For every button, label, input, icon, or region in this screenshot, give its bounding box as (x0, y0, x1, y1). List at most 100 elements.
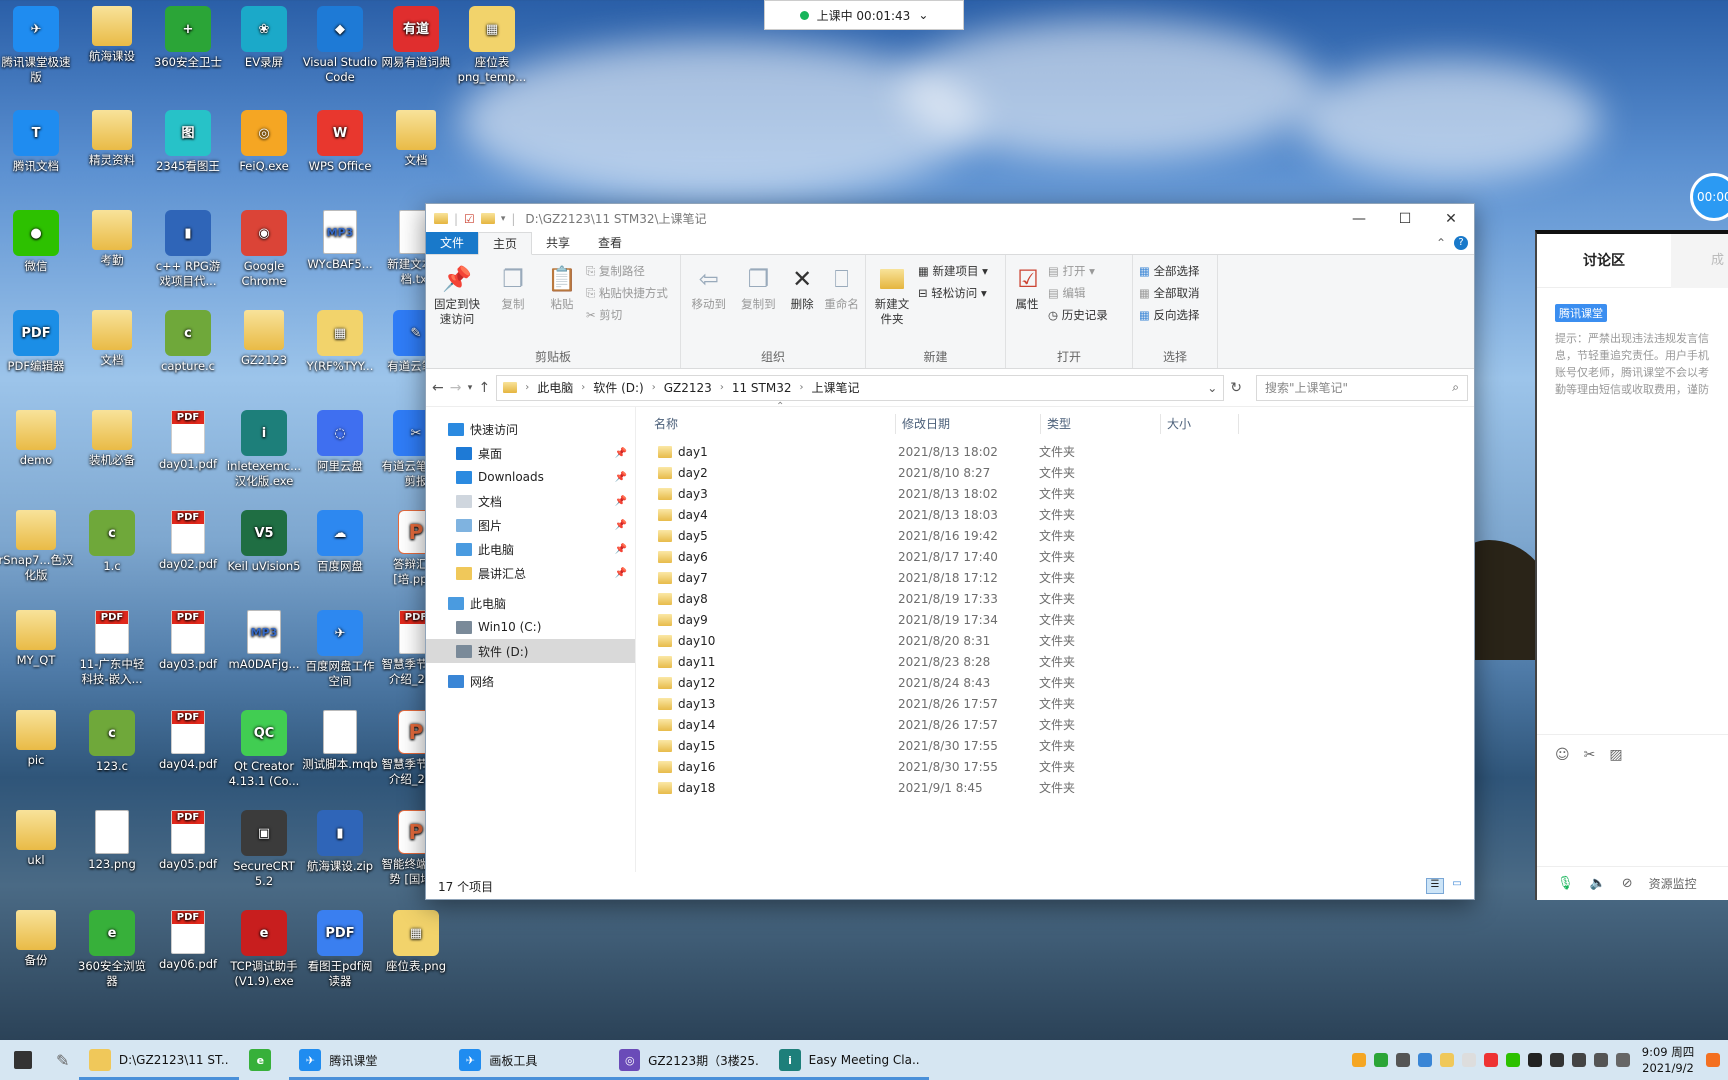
desktop-icon[interactable]: ▮ c++ RPG游戏项目代... (150, 210, 226, 289)
desktop-icon[interactable]: demo (0, 410, 74, 468)
tab-discussion[interactable]: 讨论区 (1537, 229, 1671, 288)
nav-item[interactable]: Win10 (C:) (426, 615, 635, 639)
tray-network-icon[interactable] (1572, 1053, 1586, 1067)
desktop-icon[interactable]: MP3 WYcBAF5... (302, 210, 378, 272)
desktop-icon[interactable]: W WPS Office (302, 110, 378, 174)
nav-item[interactable]: 此电脑 (426, 591, 635, 615)
desktop-icon[interactable]: c 1.c (74, 510, 150, 574)
pin-icon[interactable]: 📌 (615, 568, 627, 579)
desktop-icon[interactable]: day02.pdf (150, 510, 226, 572)
tray-microphone-icon[interactable] (1550, 1053, 1564, 1067)
desktop-icon[interactable]: MP3 mA0DAFjg... (226, 610, 302, 672)
taskbar-item[interactable]: ✈ 画板工具 (449, 1040, 610, 1080)
tab-file[interactable]: 文件 (426, 232, 479, 254)
nav-item[interactable]: 文档 📌 (426, 489, 635, 513)
task-view-button[interactable]: ✎ (46, 1040, 79, 1080)
nav-item[interactable]: 晨讲汇总 📌 (426, 561, 635, 585)
file-row[interactable]: day6 2021/8/17 17:40 文件夹 (636, 546, 1474, 567)
taskbar-item[interactable]: ✈ 腾讯课堂 (289, 1040, 450, 1080)
nav-item[interactable]: 图片 📌 (426, 513, 635, 537)
nav-item[interactable]: 软件 (D:) (426, 639, 635, 663)
breadcrumb-item[interactable]: 上课笔记 (811, 379, 859, 396)
desktop-icon[interactable]: 航海课设 (74, 6, 150, 64)
desktop-icon[interactable]: ▣ SecureCRT 5.2 (226, 810, 302, 889)
desktop-icon[interactable]: e TCP调试助手(V1.9).exe (226, 910, 302, 989)
file-row[interactable]: day15 2021/8/30 17:55 文件夹 (636, 735, 1474, 756)
nav-item[interactable]: 桌面 📌 (426, 441, 635, 465)
desktop-icon[interactable]: ukl (0, 810, 74, 868)
desktop-icon[interactable]: 11-广东中轻科技-嵌入... (74, 610, 150, 687)
pin-icon[interactable]: 📌 (615, 544, 627, 555)
breadcrumb[interactable]: › 此电脑 › 软件 (D:) › GZ2123 › 11 STM32 › 上课笔记 ⌄ (496, 374, 1225, 401)
file-row[interactable]: day10 2021/8/20 8:31 文件夹 (636, 630, 1474, 651)
desktop-icon[interactable]: day03.pdf (150, 610, 226, 672)
large-icons-view-icon[interactable]: ▭ (1448, 878, 1466, 894)
paste-shortcut-button[interactable]: ⎘ 粘贴快捷方式 (586, 285, 668, 302)
desktop-icon[interactable]: QC Qt Creator 4.13.1 (Co... (226, 710, 302, 789)
pin-icon[interactable]: 📌 (615, 496, 627, 507)
desktop-icon[interactable]: day06.pdf (150, 910, 226, 972)
desktop-icon[interactable]: pic (0, 710, 74, 768)
history-button[interactable]: ◷ 历史记录 (1048, 307, 1108, 324)
column-name[interactable]: 名称 (636, 414, 896, 434)
breadcrumb-separator[interactable]: › (799, 382, 803, 393)
desktop-icon[interactable]: ▦ 座位表.png (378, 910, 454, 974)
desktop-icon[interactable]: 文档 (378, 110, 454, 168)
desktop-icon[interactable]: T 腾讯文档 (0, 110, 74, 174)
file-row[interactable]: day13 2021/8/26 17:57 文件夹 (636, 693, 1474, 714)
breadcrumb-separator[interactable]: › (652, 382, 656, 393)
desktop-icon[interactable]: 有道 网易有道词典 (378, 6, 454, 70)
desktop-icon[interactable]: ❀ EV录屏 (226, 6, 302, 70)
tray-app-icon[interactable] (1418, 1053, 1432, 1067)
tray-ime-icon[interactable] (1616, 1053, 1630, 1067)
mute-icon[interactable]: ⊘ (1622, 876, 1633, 891)
desktop-icon[interactable]: day01.pdf (150, 410, 226, 472)
breadcrumb-separator[interactable]: › (720, 382, 724, 393)
tray-app-icon[interactable] (1352, 1053, 1366, 1067)
desktop-icon[interactable]: V5 Keil uVision5 (226, 510, 302, 574)
tab-view[interactable]: 查看 (584, 232, 636, 254)
desktop-icon[interactable]: 装机必备 (74, 410, 150, 468)
resource-monitor-link[interactable]: 资源监控 (1649, 875, 1697, 892)
file-row[interactable]: day11 2021/8/23 8:28 文件夹 (636, 651, 1474, 672)
desktop-icon[interactable]: MY_QT (0, 610, 74, 668)
select-all-button[interactable]: ▦ 全部选择 (1139, 263, 1200, 280)
chevron-down-icon[interactable]: ▾ (501, 214, 506, 224)
desktop-icon[interactable]: ▦ Y(RF%TYY... (302, 310, 378, 374)
desktop-icon[interactable]: i inletexemc...汉化版.exe (226, 410, 302, 489)
minimize-button[interactable]: — (1336, 204, 1382, 233)
desktop-icon[interactable]: 文档 (74, 310, 150, 368)
desktop-icon[interactable]: ▮ 航海课设.zip (302, 810, 378, 874)
up-button[interactable]: ↑ (479, 380, 491, 396)
desktop-icon[interactable]: e 360安全浏览器 (74, 910, 150, 989)
forward-button[interactable]: → (450, 380, 462, 396)
copy-path-button[interactable]: ⎘ 复制路径 (586, 263, 668, 280)
desktop-icon[interactable]: +360安全卫士 (150, 6, 226, 70)
speaker-icon[interactable]: 🔈 (1590, 876, 1606, 891)
file-row[interactable]: day1 2021/8/13 18:02 文件夹 (636, 441, 1474, 462)
edit-button[interactable]: ▤ 编辑 (1048, 285, 1108, 302)
file-row[interactable]: day16 2021/8/30 17:55 文件夹 (636, 756, 1474, 777)
file-row[interactable]: day2 2021/8/10 8:27 文件夹 (636, 462, 1474, 483)
desktop-icon[interactable]: ● 微信 (0, 210, 74, 274)
tab-home[interactable]: 主页 (478, 232, 533, 255)
column-date[interactable]: 修改日期 (896, 414, 1041, 434)
file-row[interactable]: day8 2021/8/19 17:33 文件夹 (636, 588, 1474, 609)
desktop-icon[interactable]: ✈ 腾讯课堂极速版 (0, 6, 74, 85)
easy-access-button[interactable]: ⊟ 轻松访问 ▾ (918, 285, 988, 302)
start-button[interactable] (0, 1040, 46, 1080)
emoji-icon[interactable]: ☺ (1555, 747, 1570, 763)
details-view-icon[interactable]: ☰ (1426, 878, 1444, 894)
desktop-icon[interactable]: 测试脚本.mqb (302, 710, 378, 772)
desktop-icon[interactable]: rSnap7...色汉化版 (0, 510, 74, 583)
desktop-icon[interactable]: ◌ 阿里云盘 (302, 410, 378, 474)
breadcrumb-item[interactable]: 11 STM32 (732, 381, 792, 395)
refresh-button[interactable]: ↻ (1230, 380, 1242, 396)
desktop-icon[interactable]: ☁ 百度网盘 (302, 510, 378, 574)
taskbar-item[interactable]: i Easy Meeting Cla... (769, 1040, 930, 1080)
desktop-icon[interactable]: GZ2123 (226, 310, 302, 368)
pin-icon[interactable]: 📌 (615, 448, 627, 459)
file-row[interactable]: day3 2021/8/13 18:02 文件夹 (636, 483, 1474, 504)
cut-button[interactable]: ✂ 剪切 (586, 307, 668, 324)
tray-app-icon[interactable] (1396, 1053, 1410, 1067)
